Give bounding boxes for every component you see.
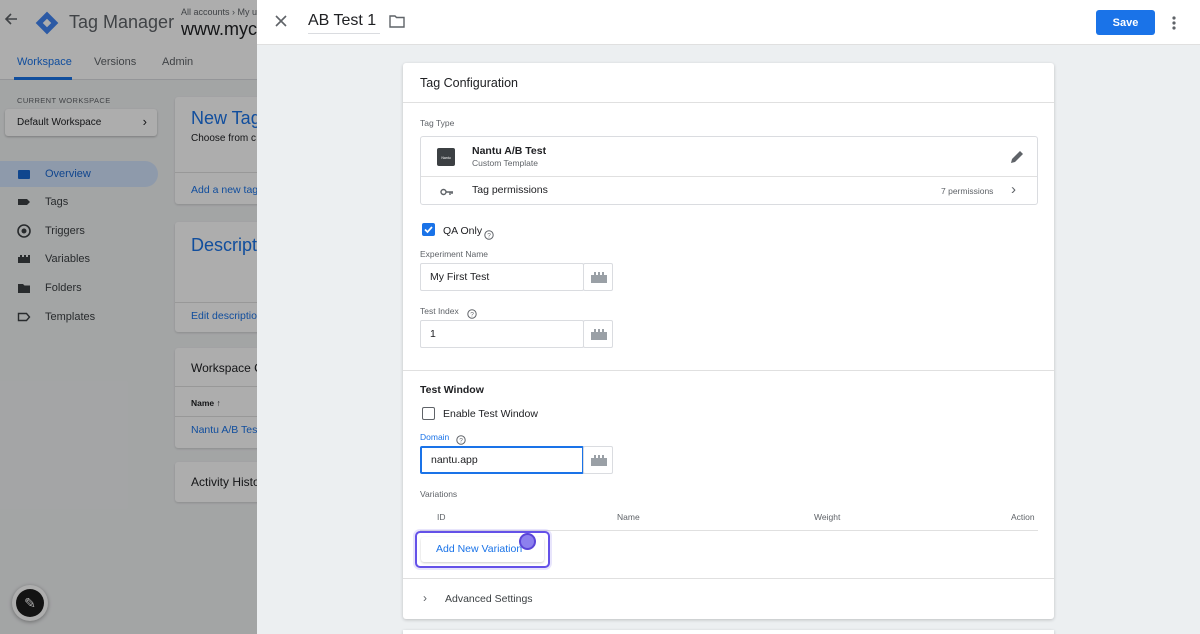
svg-text:?: ? <box>470 312 474 319</box>
variations-label: Variations <box>420 489 458 499</box>
button-label: Add New Variation <box>436 543 523 555</box>
experiment-name-label: Experiment Name <box>420 249 489 259</box>
variable-picker-button[interactable] <box>583 263 613 291</box>
variable-brick-icon <box>591 272 607 283</box>
key-icon <box>440 185 454 197</box>
tag-permissions-label[interactable]: Tag permissions <box>472 184 548 196</box>
enable-test-window-checkbox[interactable] <box>422 407 435 420</box>
svg-text:?: ? <box>487 233 491 240</box>
column-header-name: Name <box>617 512 640 522</box>
divider <box>421 176 1037 177</box>
triggering-card <box>403 630 1054 634</box>
test-index-input[interactable] <box>420 320 584 348</box>
qa-only-checkbox[interactable] <box>422 223 435 236</box>
divider <box>403 102 1054 103</box>
help-icon[interactable]: ? <box>484 227 494 240</box>
experiment-name-input[interactable] <box>420 263 584 291</box>
permissions-count: 7 permissions <box>941 186 994 196</box>
tag-editor-panel: AB Test 1 Save Tag Configuration Tag Typ… <box>257 0 1200 634</box>
variable-picker-button[interactable] <box>583 446 613 474</box>
variable-brick-icon <box>591 455 607 466</box>
editor-header: AB Test 1 Save <box>257 0 1200 45</box>
tag-name-field[interactable]: AB Test 1 <box>308 12 380 34</box>
variable-brick-icon <box>591 329 607 340</box>
column-header-id: ID <box>437 512 446 522</box>
divider <box>403 578 1054 579</box>
click-indicator <box>519 533 536 550</box>
card-title: Tag Configuration <box>420 76 518 90</box>
help-icon[interactable]: ? <box>467 306 477 319</box>
advanced-settings-toggle[interactable]: Advanced Settings <box>445 593 533 605</box>
test-index-label: Test Index <box>420 306 459 316</box>
save-button[interactable]: Save <box>1096 10 1155 35</box>
template-logo-text: Nantu <box>441 156 450 160</box>
test-index-label-text: Test Index <box>420 306 459 316</box>
divider <box>403 370 1054 371</box>
template-name: Nantu A/B Test <box>472 145 547 157</box>
svg-text:?: ? <box>459 438 463 445</box>
domain-input[interactable] <box>420 446 584 474</box>
domain-label: Domain <box>420 432 450 442</box>
more-vert-icon[interactable] <box>1167 13 1181 33</box>
enable-test-window-label[interactable]: Enable Test Window <box>443 408 538 420</box>
edit-pencil-icon[interactable] <box>1009 149 1025 165</box>
folder-icon[interactable] <box>389 14 405 28</box>
chevron-right-icon[interactable]: › <box>1011 181 1016 198</box>
template-subtitle: Custom Template <box>472 158 538 168</box>
column-header-action: Action <box>1011 512 1035 522</box>
chevron-right-icon[interactable]: › <box>423 591 427 605</box>
close-icon[interactable] <box>274 12 294 32</box>
tag-configuration-card: Tag Configuration Tag Type Nantu Nantu A… <box>403 63 1054 619</box>
variable-picker-button[interactable] <box>583 320 613 348</box>
help-icon[interactable]: ? <box>456 432 466 445</box>
qa-only-label[interactable]: QA Only <box>443 225 482 237</box>
tag-type-label: Tag Type <box>420 118 455 128</box>
column-header-weight: Weight <box>814 512 841 522</box>
tag-type-box[interactable]: Nantu Nantu A/B Test Custom Template Tag… <box>420 136 1038 205</box>
template-logo-icon: Nantu <box>437 148 455 166</box>
test-window-heading: Test Window <box>420 384 484 396</box>
